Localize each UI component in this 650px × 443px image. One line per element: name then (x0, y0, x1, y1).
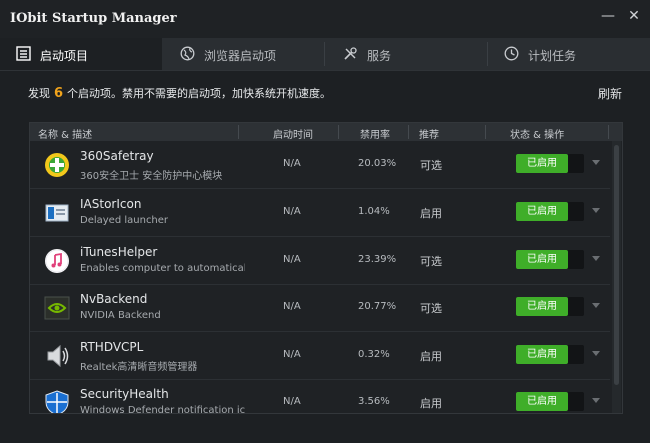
status-toggle[interactable]: 已启用 (516, 250, 584, 269)
item-disable-rate: 23.39% (358, 254, 397, 265)
status-toggle[interactable]: 已启用 (516, 345, 584, 364)
item-description: 360安全卫士 安全防护中心模块 (80, 171, 223, 182)
tab-label: 浏览器启动项 (204, 49, 277, 63)
360-safe-icon (45, 153, 69, 177)
item-recommendation: 启用 (420, 397, 442, 410)
enabled-label: 已启用 (516, 250, 568, 269)
item-disable-rate: 20.03% (358, 158, 397, 169)
column-name[interactable]: 名称 & 描述 (38, 126, 92, 141)
column-divider (408, 125, 409, 139)
clock-icon (504, 46, 519, 61)
column-divider (338, 125, 339, 139)
table-row[interactable]: RTHDVCPL Realtek高清晰音频管理器 N/A 0.32% 启用 已启… (30, 332, 610, 380)
item-start-time: N/A (283, 206, 301, 217)
status-toggle[interactable]: 已启用 (516, 202, 584, 221)
intel-storage-icon (45, 204, 69, 222)
column-divider (485, 125, 486, 139)
table-row[interactable]: NvBackend NVIDIA Backend N/A 20.77% 可选 已… (30, 284, 610, 332)
vertical-scrollbar[interactable] (612, 141, 621, 413)
item-name: iTunesHelper (80, 245, 158, 259)
tab-label: 服务 (367, 49, 392, 63)
item-name: RTHDVCPL (80, 340, 144, 354)
item-recommendation: 可选 (420, 302, 442, 315)
chevron-down-icon[interactable] (592, 398, 600, 403)
table-row[interactable]: SecurityHealth Windows Defender notifica… (30, 379, 610, 414)
column-divider (238, 125, 239, 139)
status-toggle[interactable]: 已启用 (516, 297, 584, 316)
enabled-label: 已启用 (516, 202, 568, 221)
column-disable-rate[interactable]: 禁用率 (360, 126, 390, 141)
enabled-label: 已启用 (516, 345, 568, 364)
item-disable-rate: 3.56% (358, 396, 390, 407)
item-name: 360Safetray (80, 149, 154, 163)
summary-suffix: 个启动项。禁用不需要的启动项，加快系统开机速度。 (67, 87, 332, 100)
startup-count: 6 (54, 86, 64, 101)
item-name: SecurityHealth (80, 387, 169, 401)
table-row[interactable]: IAStorIcon Delayed launcher N/A 1.04% 启用… (30, 189, 610, 237)
enabled-label: 已启用 (516, 392, 568, 411)
refresh-link[interactable]: 刷新 (598, 85, 622, 102)
tab-scheduled-tasks[interactable]: 计划任务 (488, 38, 650, 70)
item-description: Delayed launcher (80, 215, 169, 226)
item-recommendation: 可选 (420, 159, 442, 172)
item-description: Realtek高清晰音频管理器 (80, 362, 198, 373)
column-start-time[interactable]: 启动时间 (273, 126, 313, 141)
column-divider (608, 125, 609, 139)
tab-services[interactable]: 服务 (325, 38, 487, 70)
table-row[interactable]: 360Safetray 360安全卫士 安全防护中心模块 N/A 20.03% … (30, 141, 610, 189)
chevron-down-icon[interactable] (592, 351, 600, 356)
item-description: Enables computer to automatically r... (80, 263, 245, 274)
chevron-down-icon[interactable] (592, 160, 600, 165)
item-recommendation: 启用 (420, 207, 442, 220)
shield-icon (45, 390, 69, 413)
chevron-down-icon[interactable] (592, 208, 600, 213)
tab-browser-startup[interactable]: 浏览器启动项 (162, 38, 324, 70)
item-disable-rate: 20.77% (358, 301, 397, 312)
status-toggle[interactable]: 已启用 (516, 154, 584, 173)
itunes-icon (45, 249, 69, 273)
table-row[interactable]: iTunesHelper Enables computer to automat… (30, 237, 610, 285)
enabled-label: 已启用 (516, 297, 568, 316)
chevron-down-icon[interactable] (592, 256, 600, 261)
table-header: 名称 & 描述 启动时间 禁用率 推荐 状态 & 操作 (30, 123, 622, 141)
item-start-time: N/A (283, 254, 301, 265)
item-start-time: N/A (283, 349, 301, 360)
item-recommendation: 可选 (420, 255, 442, 268)
summary-prefix: 发现 (28, 87, 50, 100)
globe-icon (180, 46, 195, 61)
title-bar: IObit Startup Manager — ✕ (0, 0, 650, 38)
close-button[interactable]: ✕ (624, 6, 644, 26)
status-toggle[interactable]: 已启用 (516, 392, 584, 411)
tab-bar: 启动项目 浏览器启动项 服务 计划任务 (0, 38, 650, 71)
scrollbar-thumb[interactable] (614, 145, 619, 385)
item-name: NvBackend (80, 292, 148, 306)
nvidia-icon (44, 296, 70, 320)
enabled-label: 已启用 (516, 154, 568, 173)
startup-table: 名称 & 描述 启动时间 禁用率 推荐 状态 & 操作 360Safetray … (29, 122, 623, 414)
item-disable-rate: 1.04% (358, 206, 390, 217)
speaker-icon (47, 344, 69, 368)
list-icon (16, 46, 31, 61)
minimize-button[interactable]: — (598, 6, 618, 26)
item-start-time: N/A (283, 396, 301, 407)
item-start-time: N/A (283, 158, 301, 169)
item-name: IAStorIcon (80, 197, 142, 211)
item-start-time: N/A (283, 301, 301, 312)
summary-text: 发现 6 个启动项。禁用不需要的启动项，加快系统开机速度。 (28, 85, 331, 101)
column-status[interactable]: 状态 & 操作 (510, 126, 564, 141)
chevron-down-icon[interactable] (592, 303, 600, 308)
app-title: IObit Startup Manager (10, 11, 177, 26)
item-recommendation: 启用 (420, 350, 442, 363)
item-description: NVIDIA Backend (80, 310, 161, 321)
tools-icon (344, 47, 357, 60)
item-disable-rate: 0.32% (358, 349, 390, 360)
item-description: Windows Defender notification icon (80, 405, 245, 414)
tab-startup-items[interactable]: 启动项目 (0, 38, 162, 70)
tab-label: 计划任务 (528, 49, 577, 63)
tab-label: 启动项目 (40, 49, 89, 63)
column-recommendation[interactable]: 推荐 (419, 126, 439, 141)
